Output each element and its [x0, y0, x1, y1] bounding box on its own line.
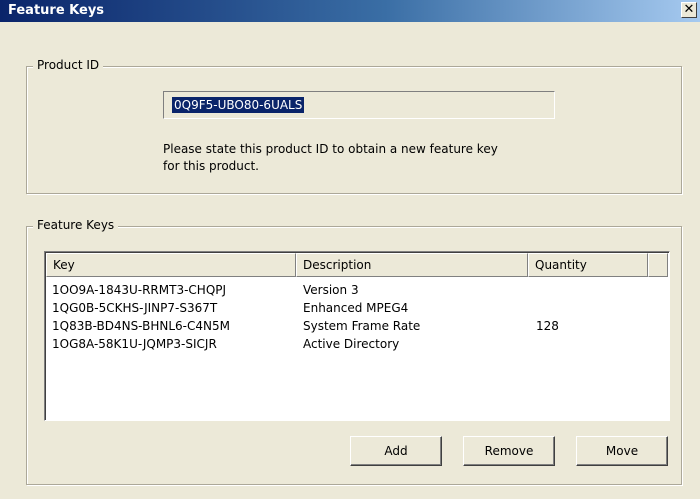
- hint-line-1: Please state this product ID to obtain a…: [163, 142, 498, 156]
- column-header-filler: [648, 253, 668, 277]
- table-row[interactable]: 1QG0B-5CKHS-JINP7-S367T Enhanced MPEG4: [46, 299, 666, 317]
- close-button[interactable]: ✕: [681, 2, 697, 18]
- table-row[interactable]: 1OO9A-1843U-RRMT3-CHQPJ Version 3: [46, 281, 666, 299]
- product-id-value: 0Q9F5-UBO80-6UALS: [172, 97, 305, 113]
- title-bar: Feature Keys ✕: [0, 0, 700, 22]
- close-icon: ✕: [683, 2, 695, 17]
- row-description: Version 3: [303, 283, 359, 297]
- product-id-field[interactable]: 0Q9F5-UBO80-6UALS: [163, 91, 555, 119]
- feature-keys-list[interactable]: Key Description Quantity 1OO9A-1843U-RRM…: [44, 251, 670, 421]
- row-key: 1QG0B-5CKHS-JINP7-S367T: [52, 301, 218, 315]
- remove-button[interactable]: Remove: [463, 436, 555, 466]
- add-button[interactable]: Add: [350, 436, 442, 466]
- product-id-hint: Please state this product ID to obtain a…: [163, 141, 583, 175]
- row-description: Enhanced MPEG4: [303, 301, 409, 315]
- product-id-group-label: Product ID: [33, 58, 104, 72]
- feature-keys-group-label: Feature Keys: [33, 218, 119, 232]
- row-key: 1OG8A-58K1U-JQMP3-SICJR: [52, 337, 217, 351]
- table-row[interactable]: 1OG8A-58K1U-JQMP3-SICJR Active Directory: [46, 335, 666, 353]
- window-title: Feature Keys: [8, 3, 105, 18]
- list-header: Key Description Quantity: [46, 253, 668, 277]
- column-header-quantity[interactable]: Quantity: [528, 253, 648, 277]
- hint-line-2: for this product.: [163, 159, 259, 173]
- table-row[interactable]: 1Q83B-BD4NS-BHNL6-C4N5M System Frame Rat…: [46, 317, 666, 335]
- column-header-key[interactable]: Key: [46, 253, 296, 277]
- row-key: 1Q83B-BD4NS-BHNL6-C4N5M: [52, 319, 230, 333]
- row-description: System Frame Rate: [303, 319, 421, 333]
- move-button[interactable]: Move: [576, 436, 668, 466]
- row-quantity: 128: [536, 319, 559, 333]
- row-key: 1OO9A-1843U-RRMT3-CHQPJ: [52, 283, 227, 297]
- row-description: Active Directory: [303, 337, 400, 351]
- column-header-description[interactable]: Description: [296, 253, 528, 277]
